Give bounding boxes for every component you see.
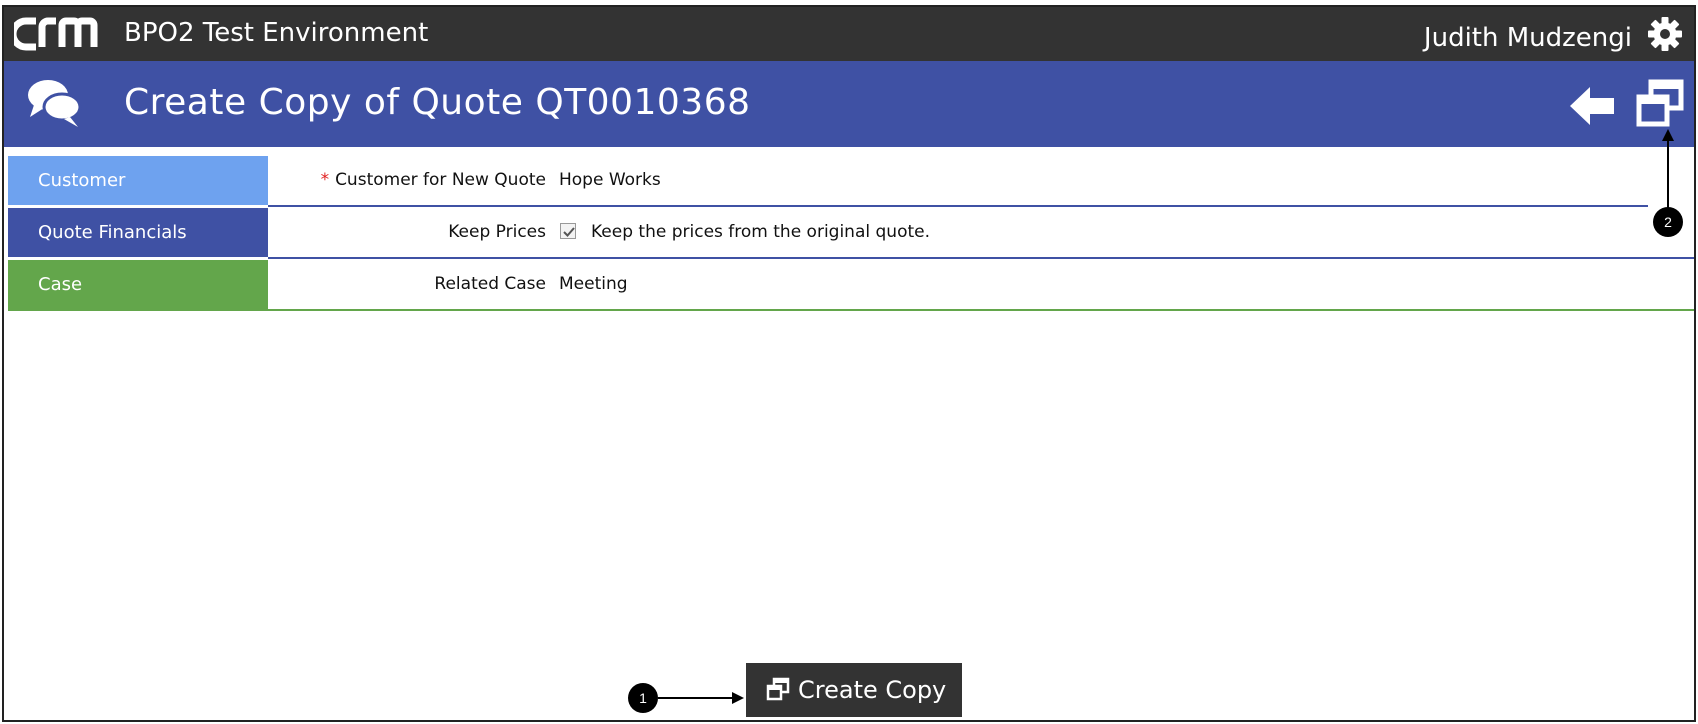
callout-arrow-2 <box>1662 129 1674 209</box>
form-row-quote-financials: Quote Financials Keep Prices Keep the pr… <box>4 208 1694 259</box>
section-tab-case[interactable]: Case <box>8 260 268 309</box>
back-arrow-icon[interactable] <box>1568 85 1616 127</box>
chat-bubbles-icon <box>28 80 82 127</box>
customer-field-value[interactable]: Hope Works <box>559 170 661 190</box>
callout-badge-2: 2 <box>1653 207 1683 237</box>
customer-field-label: * Customer for New Quote <box>268 170 546 190</box>
customer-label-text: Customer for New Quote <box>335 170 546 190</box>
environment-title: BPO2 Test Environment <box>124 18 429 48</box>
row-divider <box>268 205 1648 207</box>
related-case-label: Related Case <box>434 274 546 294</box>
form-row-case: Case Related Case Meeting <box>4 260 1694 311</box>
user-name[interactable]: Judith Mudzengi <box>1424 22 1632 54</box>
callout-badge-1: 1 <box>628 683 658 713</box>
form-row-customer: Customer * Customer for New Quote Hope Wo… <box>4 156 1694 207</box>
section-tab-customer[interactable]: Customer <box>8 156 268 205</box>
row-divider <box>268 257 1694 259</box>
gear-icon[interactable] <box>1646 15 1684 53</box>
top-bar: BPO2 Test Environment Judith Mudzengi <box>4 7 1694 61</box>
check-icon <box>563 227 575 237</box>
keep-prices-label: Keep Prices <box>448 222 546 242</box>
row-divider <box>8 309 1694 311</box>
create-copy-button[interactable]: Create Copy <box>746 663 962 717</box>
create-copy-label: Create Copy <box>798 676 947 704</box>
copy-windows-icon <box>766 677 790 701</box>
page-title: Create Copy of Quote QT0010368 <box>124 82 751 123</box>
required-marker: * <box>320 170 330 190</box>
app-window: BPO2 Test Environment Judith Mudzengi Cr… <box>2 5 1696 722</box>
related-case-value[interactable]: Meeting <box>559 274 628 294</box>
section-tab-quote-financials[interactable]: Quote Financials <box>8 208 268 257</box>
keep-prices-checkbox[interactable] <box>560 223 576 239</box>
copy-windows-icon[interactable] <box>1636 79 1684 127</box>
callout-arrow-1 <box>658 692 744 704</box>
crm-logo-icon[interactable] <box>14 15 106 53</box>
page-header: Create Copy of Quote QT0010368 <box>4 61 1694 147</box>
keep-prices-description: Keep the prices from the original quote. <box>591 222 930 242</box>
